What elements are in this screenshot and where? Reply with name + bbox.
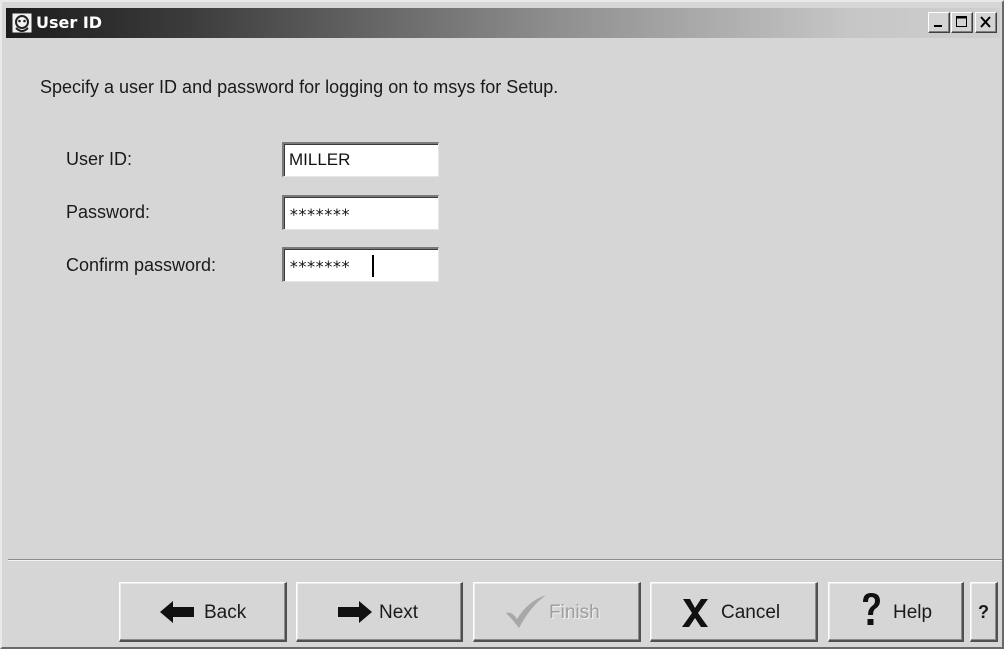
user-id-value: MILLER: [289, 150, 351, 169]
context-help-button[interactable]: ?: [970, 582, 998, 642]
help-button[interactable]: Help: [828, 582, 964, 642]
button-bar-separator: [8, 559, 1002, 561]
confirm-password-value: *******: [289, 257, 350, 276]
password-label: Password:: [66, 202, 151, 222]
password-value: *******: [289, 205, 350, 224]
user-id-dialog: User ID Specify a user ID and password f…: [0, 0, 1004, 649]
checkmark-icon: [506, 595, 546, 628]
close-icon: [980, 16, 991, 28]
app-icon[interactable]: [11, 12, 33, 34]
user-id-field[interactable]: MILLER: [282, 142, 439, 177]
back-button-label: Back: [204, 602, 247, 623]
maximize-icon: [956, 16, 967, 27]
finish-button[interactable]: Finish: [473, 582, 641, 642]
arrow-left-icon: [160, 601, 194, 623]
context-help-label: ?: [978, 602, 989, 622]
maximize-button[interactable]: [951, 12, 973, 33]
confirm-password-field[interactable]: *******: [282, 247, 439, 282]
arrow-right-icon: [338, 601, 372, 623]
finish-button-label: Finish: [549, 602, 600, 623]
minimize-button[interactable]: [928, 12, 950, 33]
text-cursor: [372, 255, 374, 277]
help-button-label: Help: [893, 602, 933, 623]
cancel-button[interactable]: Cancel: [650, 582, 818, 642]
x-icon: [682, 599, 708, 627]
cancel-button-label: Cancel: [721, 602, 781, 623]
window-title: User ID: [36, 13, 103, 32]
instruction-text: Specify a user ID and password for loggi…: [40, 77, 559, 97]
password-field[interactable]: *******: [282, 195, 439, 230]
question-mark-icon: [863, 593, 880, 625]
next-button[interactable]: Next: [296, 582, 463, 642]
back-button[interactable]: Back: [119, 582, 287, 642]
minimize-icon: [934, 25, 942, 27]
close-button[interactable]: [975, 12, 997, 33]
title-bar[interactable]: User ID: [6, 8, 1000, 38]
next-button-label: Next: [379, 602, 419, 623]
user-id-label: User ID:: [66, 149, 133, 169]
confirm-password-label: Confirm password:: [66, 255, 217, 275]
